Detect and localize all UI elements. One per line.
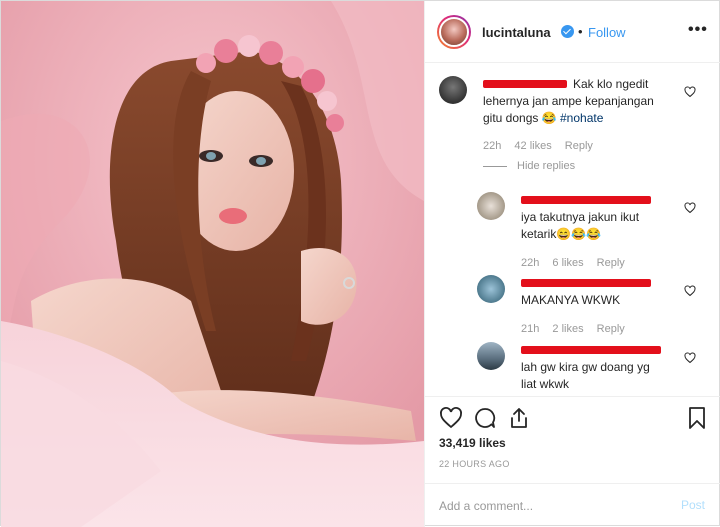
portrait-illustration — [1, 1, 424, 527]
more-options-button[interactable]: ••• — [688, 21, 708, 39]
like-comment-heart-icon[interactable] — [684, 202, 696, 214]
verified-badge-icon — [561, 25, 574, 38]
instagram-post: lucintaluna • Follow ••• Kak klo ngedit … — [0, 0, 720, 527]
comment-likes[interactable]: 6 likes — [552, 257, 583, 269]
redacted-username[interactable] — [521, 196, 651, 204]
comment-text-line: ketarik😄😂😂 — [521, 227, 602, 241]
add-comment-input[interactable] — [439, 496, 659, 516]
reply-button[interactable]: Reply — [597, 257, 625, 269]
comment-text-line: Kak klo ngedit — [573, 77, 649, 91]
reply-button[interactable]: Reply — [565, 140, 593, 152]
redacted-username[interactable] — [483, 80, 567, 88]
share-upload-icon[interactable] — [507, 406, 531, 430]
reply-button[interactable]: Reply — [597, 323, 625, 335]
post-actions: 33,419 likes 22 HOURS AGO — [425, 396, 720, 496]
comment-text-line: MAKANYA WKWK — [521, 293, 621, 307]
like-comment-heart-icon[interactable] — [684, 285, 696, 297]
hashtag-link[interactable]: #nohate — [560, 111, 603, 125]
comment-bubble-icon[interactable] — [473, 406, 497, 430]
comments-list[interactable]: Kak klo ngedit lehernya jan ampe kepanja… — [425, 64, 720, 396]
follow-button[interactable]: Follow — [588, 25, 626, 40]
like-comment-heart-icon[interactable] — [684, 352, 696, 364]
comment-time[interactable]: 21h — [521, 323, 539, 335]
post-photo[interactable] — [1, 1, 424, 527]
like-comment-heart-icon[interactable] — [684, 86, 696, 98]
comment-text-line: liat wkwk — [521, 377, 570, 391]
redacted-username[interactable] — [521, 279, 651, 287]
comment-text-line: iya takutnya jakun ikut — [521, 210, 640, 224]
post-header: lucintaluna • Follow ••• — [425, 1, 720, 63]
comment-time[interactable]: 22h — [521, 257, 539, 269]
separator-dot: • — [578, 24, 583, 39]
comment-text-line: lah gw kira gw doang yg — [521, 360, 650, 374]
post-side-panel: lucintaluna • Follow ••• Kak klo ngedit … — [424, 1, 720, 527]
commenter-avatar[interactable] — [477, 192, 505, 220]
hide-replies-button[interactable]: Hide replies — [483, 160, 575, 172]
comment-text: gitu dongs 😂 — [483, 111, 560, 125]
comment-text-line: lehernya jan ampe kepanjangan — [483, 94, 654, 108]
like-heart-icon[interactable] — [439, 406, 463, 430]
post-timestamp[interactable]: 22 HOURS AGO — [439, 459, 510, 469]
author-username[interactable]: lucintaluna — [482, 25, 551, 40]
comment-likes[interactable]: 42 likes — [514, 140, 551, 152]
add-comment-bar: Post — [425, 483, 720, 527]
commenter-avatar[interactable] — [439, 76, 467, 104]
commenter-avatar[interactable] — [477, 275, 505, 303]
commenter-avatar[interactable] — [477, 342, 505, 370]
comment-time[interactable]: 22h — [483, 140, 501, 152]
post-likes-count[interactable]: 33,419 likes — [439, 436, 506, 450]
comment-text-line: gitu dongs 😂 #nohate — [483, 110, 603, 127]
author-avatar[interactable] — [437, 15, 471, 49]
comment-likes[interactable]: 2 likes — [552, 323, 583, 335]
redacted-username[interactable] — [521, 346, 661, 354]
bookmark-icon[interactable] — [685, 406, 709, 430]
post-comment-button[interactable]: Post — [681, 498, 705, 512]
